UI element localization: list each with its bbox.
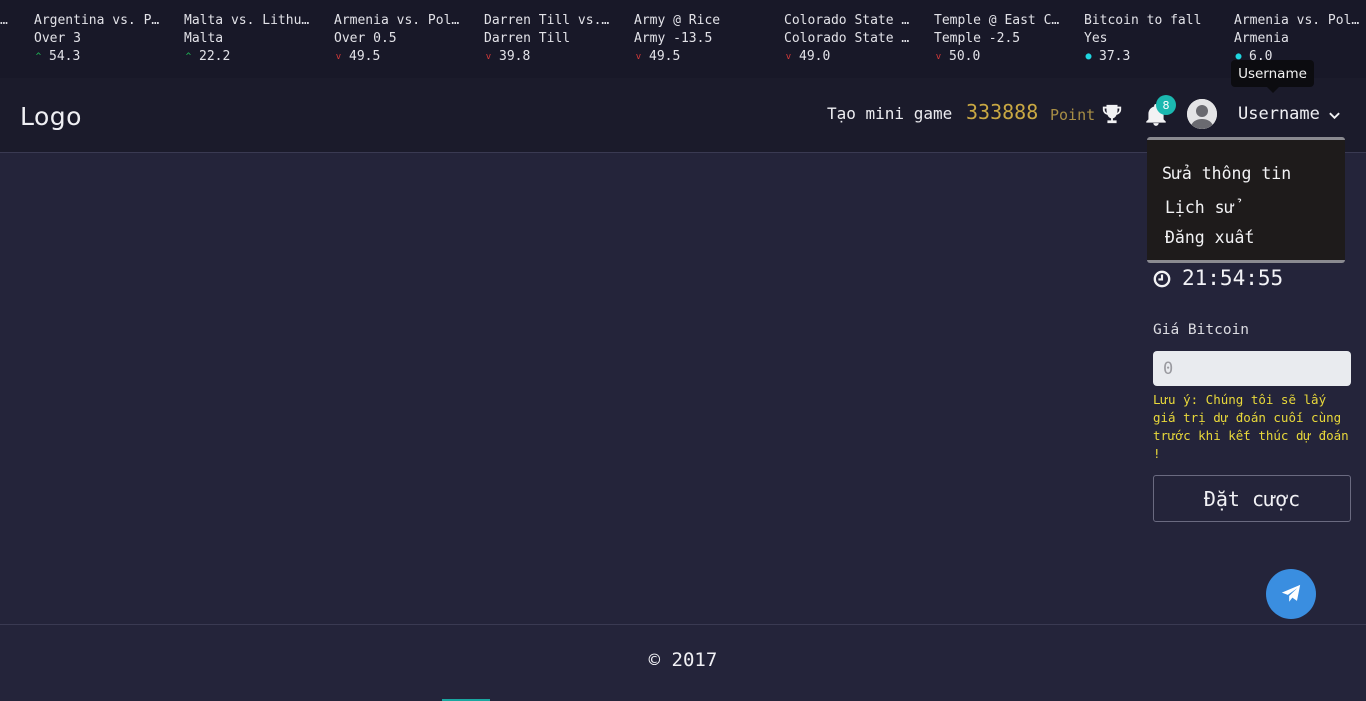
ticker-item-title: Army @ Rice — [634, 13, 721, 28]
place-bet-button[interactable]: Đặt cược — [1153, 475, 1351, 522]
ticker-item[interactable]: Darren Till vs. … Darren Till v 39.8 — [484, 12, 612, 66]
ticker-item-title: Bitcoin to fall — [1084, 13, 1202, 28]
ticker-item[interactable]: Argentina vs. Peru Over 3 ^ 54.3 — [34, 12, 162, 66]
ticker-item-pick: Malta — [184, 31, 224, 46]
ticker-item-title: Temple @ East Carolina — [934, 13, 1062, 28]
ticker-item-value-row: v 49.0 — [784, 48, 912, 66]
points-value: 333888 — [966, 100, 1039, 124]
footer: © 2017 — [0, 624, 1366, 701]
ticker-item[interactable]: Armenia vs. Poland Over 0.5 v 49.5 — [334, 12, 462, 66]
ticker-item[interactable]: Temple @ East Carolina Temple -2.5 v 50.0 — [934, 12, 1062, 66]
trend-up-icon: ^ — [35, 52, 42, 62]
ticker-item-pick: Armenia — [1234, 31, 1289, 46]
trophy-icon[interactable] — [1101, 103, 1123, 125]
ticker-item-pick: Over 0.5 — [334, 31, 397, 46]
trend-down-icon: v — [635, 52, 642, 62]
ticker-item-value: 54.3 — [49, 49, 81, 64]
ticker-item-title: Armenia vs. Poland — [334, 13, 462, 28]
ticker-item-title: Argentina vs. Peru — [34, 13, 162, 28]
ticker-item-value-row: ^ 22.2 — [184, 48, 312, 66]
ticker-item[interactable]: Armenia vs. Poland Armenia ● 6.0 — [1234, 12, 1362, 66]
ticker-item-value: 49.0 — [799, 49, 831, 64]
ticker-item-value-row: ● 37.3 — [1084, 48, 1212, 66]
ticker-item-value: 49.5 — [649, 49, 681, 64]
ticker-item-title: Malta vs. Lithuania — [184, 13, 312, 28]
username-dropdown-toggle[interactable]: Username — [1238, 104, 1320, 124]
create-mini-game-link[interactable]: Tạo mini game — [827, 104, 952, 123]
ticker-item-title: Armenia vs. Poland — [1234, 13, 1362, 28]
ticker-item-value-row: v 50.0 — [934, 48, 1062, 66]
menu-item-logout[interactable]: Đăng xuất — [1165, 228, 1254, 247]
bitcoin-price-input[interactable] — [1153, 351, 1351, 386]
trend-down-icon: v — [935, 52, 942, 62]
telegram-button[interactable] — [1266, 569, 1316, 619]
ticker-item-value: 50.0 — [949, 49, 981, 64]
ticker-item-pick: Colorado State -8 — [784, 31, 912, 46]
prediction-note: Lưu ý: Chúng tôi sẽ lấy giá trị dự đoán … — [1153, 392, 1349, 461]
copyright-text: © 2017 — [648, 649, 718, 671]
ticker-item-value-row: v 39.8 — [484, 48, 612, 66]
ticker-item[interactable]: Malta vs. Lithuania Malta ^ 22.2 — [184, 12, 312, 66]
ticker-item-value: 37.3 — [1099, 49, 1131, 64]
ticker-item-value-row: ^ 54.3 — [34, 48, 162, 66]
ticker-item[interactable]: Bitcoin to fall Yes ● 37.3 — [1084, 12, 1212, 66]
odds-ticker: … Argentina vs. Peru Over 3 ^ 54.3 Malta vs.… — [0, 0, 1366, 78]
ticker-item-title: Colorado State @… — [784, 13, 912, 28]
ticker-item-value: 49.5 — [349, 49, 381, 64]
logo[interactable]: Logo — [20, 102, 82, 131]
ticker-item-value: 39.8 — [499, 49, 531, 64]
trend-dot-icon: ● — [1085, 51, 1092, 62]
ticker-overflow-ellipsis: … — [0, 13, 8, 28]
ticker-item[interactable]: Army @ Rice Army -13.5 v 49.5 — [634, 12, 762, 66]
bitcoin-price-label: Giá Bitcoin — [1153, 322, 1250, 338]
user-avatar[interactable] — [1187, 99, 1217, 129]
notification-count-badge: 8 — [1156, 95, 1176, 115]
menu-item-edit-profile[interactable]: Sửa thông tin — [1162, 164, 1291, 183]
trend-down-icon: v — [335, 52, 342, 62]
countdown-time: 21:54:55 — [1182, 266, 1284, 290]
ticker-item-value: 22.2 — [199, 49, 231, 64]
user-dropdown-menu: Sửa thông tin Lịch sử Đăng xuất — [1147, 137, 1345, 263]
trend-down-icon: v — [785, 52, 792, 62]
points-unit: Point — [1050, 106, 1096, 124]
clock-icon — [1153, 270, 1171, 288]
ticker-item-title: Darren Till vs. … — [484, 13, 612, 28]
ticker-item-pick: Army -13.5 — [634, 31, 713, 46]
ticker-item[interactable]: Colorado State @… Colorado State -8 v 49.0 — [784, 12, 912, 66]
ticker-item-pick: Darren Till — [484, 31, 571, 46]
trend-down-icon: v — [485, 52, 492, 62]
menu-item-history[interactable]: Lịch sử — [1165, 198, 1235, 217]
ticker-item-pick: Yes — [1084, 31, 1108, 46]
user-silhouette-icon — [1187, 99, 1217, 129]
trend-up-icon: ^ — [185, 52, 192, 62]
ticker-item-value-row: v 49.5 — [634, 48, 762, 66]
chevron-down-icon[interactable] — [1328, 109, 1341, 122]
ticker-item-pick: Temple -2.5 — [934, 31, 1021, 46]
ticker-item-value-row: v 49.5 — [334, 48, 462, 66]
paper-plane-icon — [1281, 584, 1301, 602]
ticker-item-pick: Over 3 — [34, 31, 81, 46]
username-tooltip: Username — [1231, 60, 1314, 93]
